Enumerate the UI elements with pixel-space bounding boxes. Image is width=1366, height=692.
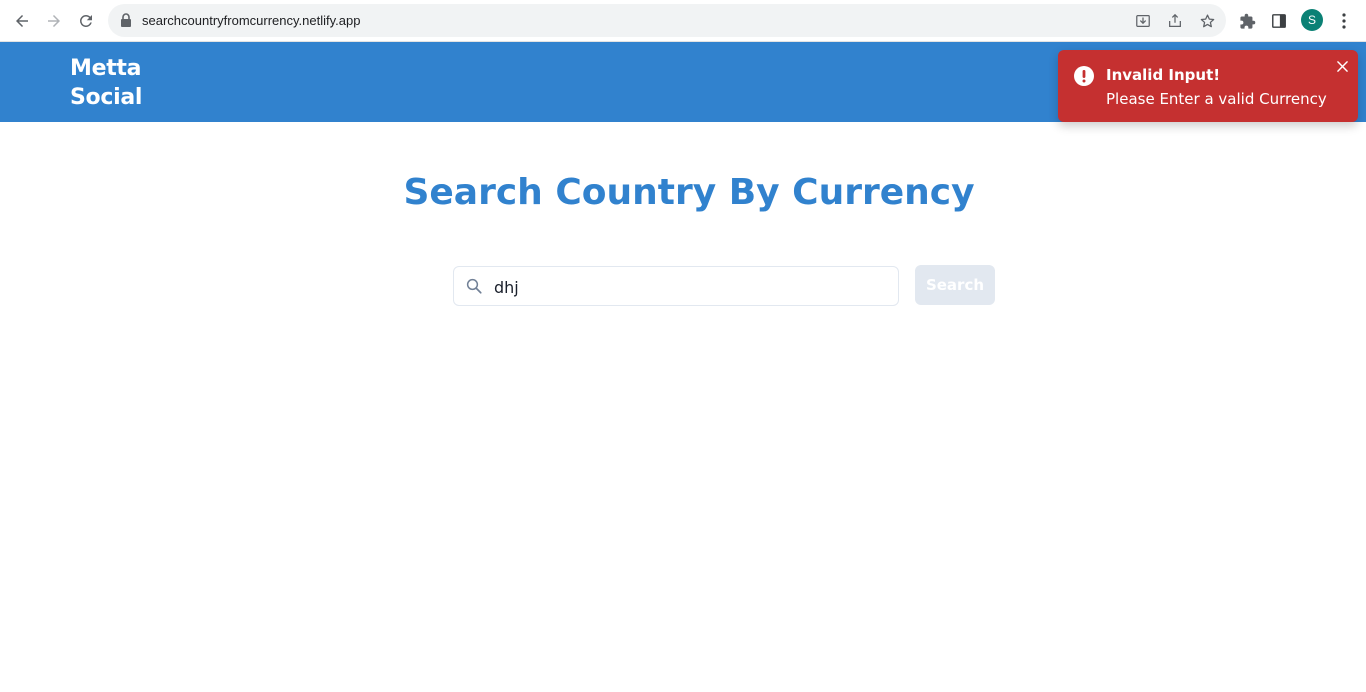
alert-icon	[1074, 66, 1094, 86]
brand-line-2: Social	[70, 85, 143, 110]
bookmark-star-icon[interactable]	[1198, 12, 1216, 30]
toast-title: Invalid Input!	[1106, 66, 1221, 84]
extensions-icon[interactable]	[1237, 11, 1257, 31]
search-field[interactable]	[453, 266, 899, 306]
brand-logo[interactable]: Metta Social	[70, 54, 160, 112]
brand-line-1: Metta	[70, 56, 142, 81]
toast-description: Please Enter a valid Currency	[1106, 90, 1327, 108]
page-title: Search Country By Currency	[403, 172, 975, 213]
side-panel-icon[interactable]	[1269, 11, 1289, 31]
browser-toolbar: searchcountryfromcurrency.netlify.app S	[0, 0, 1366, 42]
reload-icon[interactable]	[73, 8, 99, 34]
search-button[interactable]: Search	[915, 265, 995, 305]
more-menu-icon[interactable]	[1334, 11, 1354, 31]
url-text: searchcountryfromcurrency.netlify.app	[142, 13, 361, 28]
forward-icon[interactable]	[41, 8, 67, 34]
lock-icon	[121, 13, 131, 27]
address-bar[interactable]: searchcountryfromcurrency.netlify.app	[108, 4, 1226, 37]
back-icon[interactable]	[9, 8, 35, 34]
error-toast: Invalid Input! Please Enter a valid Curr…	[1058, 50, 1358, 122]
search-input[interactable]	[494, 273, 889, 301]
profile-avatar[interactable]: S	[1301, 9, 1323, 31]
search-icon	[466, 278, 482, 294]
share-icon[interactable]	[1166, 12, 1184, 30]
close-icon[interactable]	[1334, 58, 1350, 74]
install-icon[interactable]	[1134, 12, 1152, 30]
